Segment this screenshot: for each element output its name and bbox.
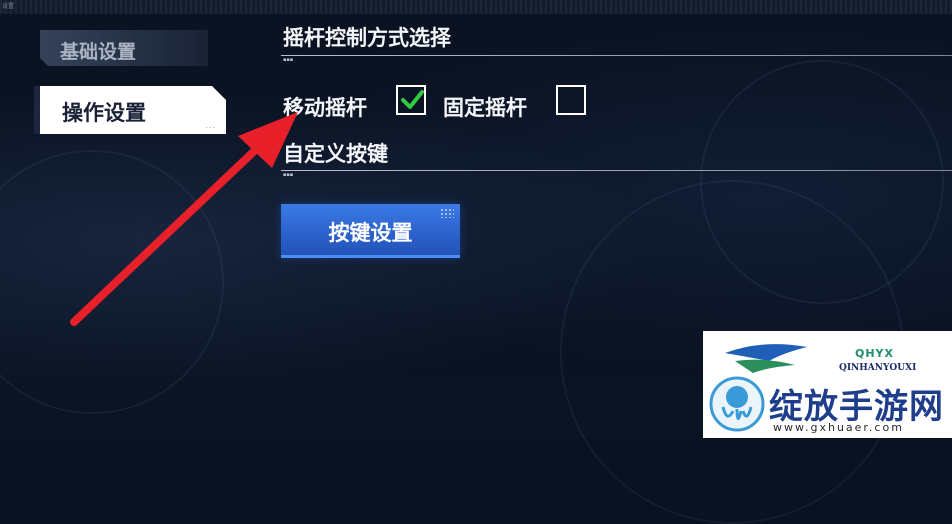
site-watermark: QHYX QINHANYOUXI 绽放手游网 www.gxhuaer.com <box>703 331 952 438</box>
watermark-subtitle: QINHANYOUXI <box>839 363 917 373</box>
watermark-brand: QHYX <box>855 347 895 360</box>
watermark-url: www.gxhuaer.com <box>773 421 904 434</box>
